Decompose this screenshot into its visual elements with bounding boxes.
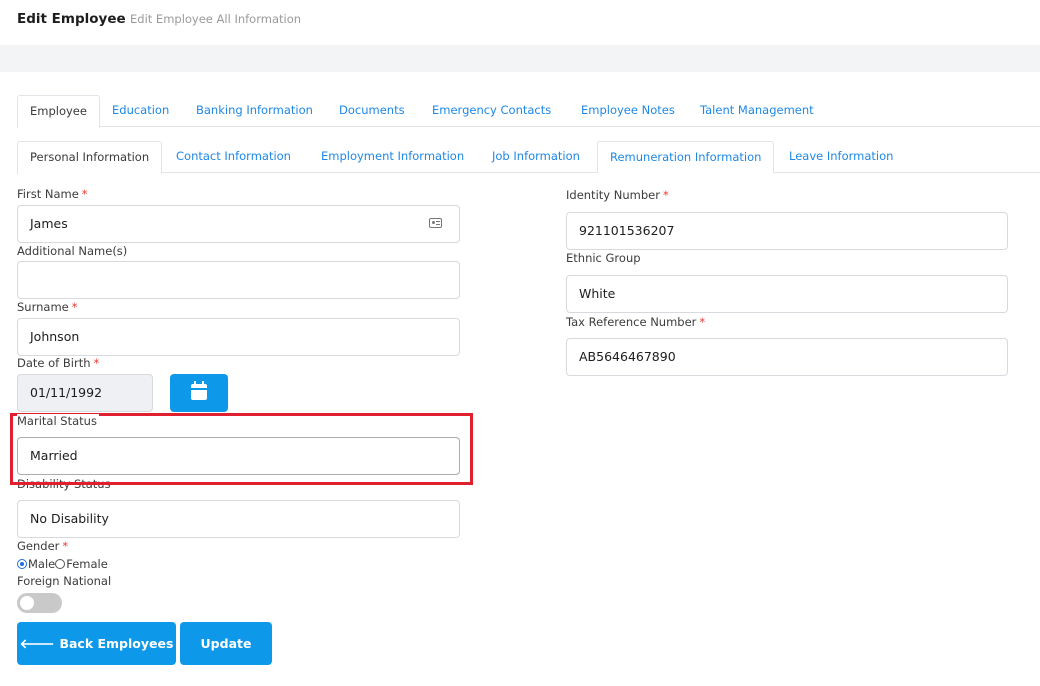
gender-options: Male Female [17,557,108,571]
dob-input[interactable]: 01/11/1992 [17,374,153,412]
foreign-national-label: Foreign National [17,574,112,588]
required-marker: * [93,356,100,370]
tab-talent-management[interactable]: Talent Management [688,95,826,127]
required-marker: * [62,539,69,553]
additional-names-input[interactable] [17,261,460,299]
page-subtitle: Edit Employee All Information [130,12,302,26]
calendar-button[interactable] [170,374,228,412]
tab-personal-information[interactable]: Personal Information [17,141,163,174]
marital-status-select[interactable]: Married [17,437,460,475]
foreign-national-toggle[interactable] [17,593,62,613]
required-marker: * [81,187,88,201]
additional-names-label: Additional Name(s) [17,244,128,258]
tab-job-information[interactable]: Job Information [480,141,592,173]
surname-label: Surname * [17,300,78,314]
arrow-left-icon: 🡐 [19,636,55,652]
required-marker: * [71,300,78,314]
gender-female-label: Female [66,557,108,571]
gender-male-radio[interactable] [17,559,27,569]
marital-status-label: Marital Status [17,414,99,428]
tab-employment-information[interactable]: Employment Information [309,141,476,173]
toggle-knob [20,596,34,610]
tax-reference-label: Tax Reference Number * [566,315,706,329]
required-marker: * [699,315,706,329]
required-marker: * [662,188,669,202]
header-band [0,45,1040,72]
tab-banking-information[interactable]: Banking Information [184,95,325,127]
tab-employee[interactable]: Employee [17,95,100,128]
identity-number-input[interactable]: 921101536207 [566,212,1008,250]
tab-leave-information[interactable]: Leave Information [777,141,905,173]
main-tabs: Employee Education Banking Information D… [17,95,1040,128]
personal-subtabs: Personal Information Contact Information… [17,141,1040,174]
tab-education[interactable]: Education [100,95,181,127]
page-title: Edit Employee [17,11,126,27]
first-name-label: First Name * [17,187,88,201]
back-employees-button[interactable]: 🡐 Back Employees [17,622,176,665]
tab-remuneration-information[interactable]: Remuneration Information [597,141,775,173]
tab-documents[interactable]: Documents [327,95,417,127]
surname-input[interactable]: Johnson [17,318,460,356]
update-button[interactable]: Update [180,622,272,665]
ethnic-group-select[interactable]: White [566,275,1008,313]
tab-contact-information[interactable]: Contact Information [164,141,303,173]
first-name-input[interactable]: James [17,205,460,243]
ethnic-group-label: Ethnic Group [566,251,641,265]
gender-female-radio[interactable] [55,559,66,569]
back-employees-label: Back Employees [59,636,174,651]
disability-status-select[interactable]: No Disability [17,500,460,538]
gender-label: Gender * [17,539,69,553]
tab-employee-notes[interactable]: Employee Notes [569,95,687,127]
calendar-icon [191,381,207,400]
page-header: Edit Employee Edit Employee All Informat… [0,0,1040,45]
dob-label: Date of Birth * [17,356,100,370]
gender-male-label: Male [28,557,56,571]
tab-emergency-contacts[interactable]: Emergency Contacts [420,95,563,127]
contact-card-icon [429,218,442,228]
tax-reference-input[interactable]: AB5646467890 [566,338,1008,376]
identity-number-label: Identity Number * [566,188,669,202]
